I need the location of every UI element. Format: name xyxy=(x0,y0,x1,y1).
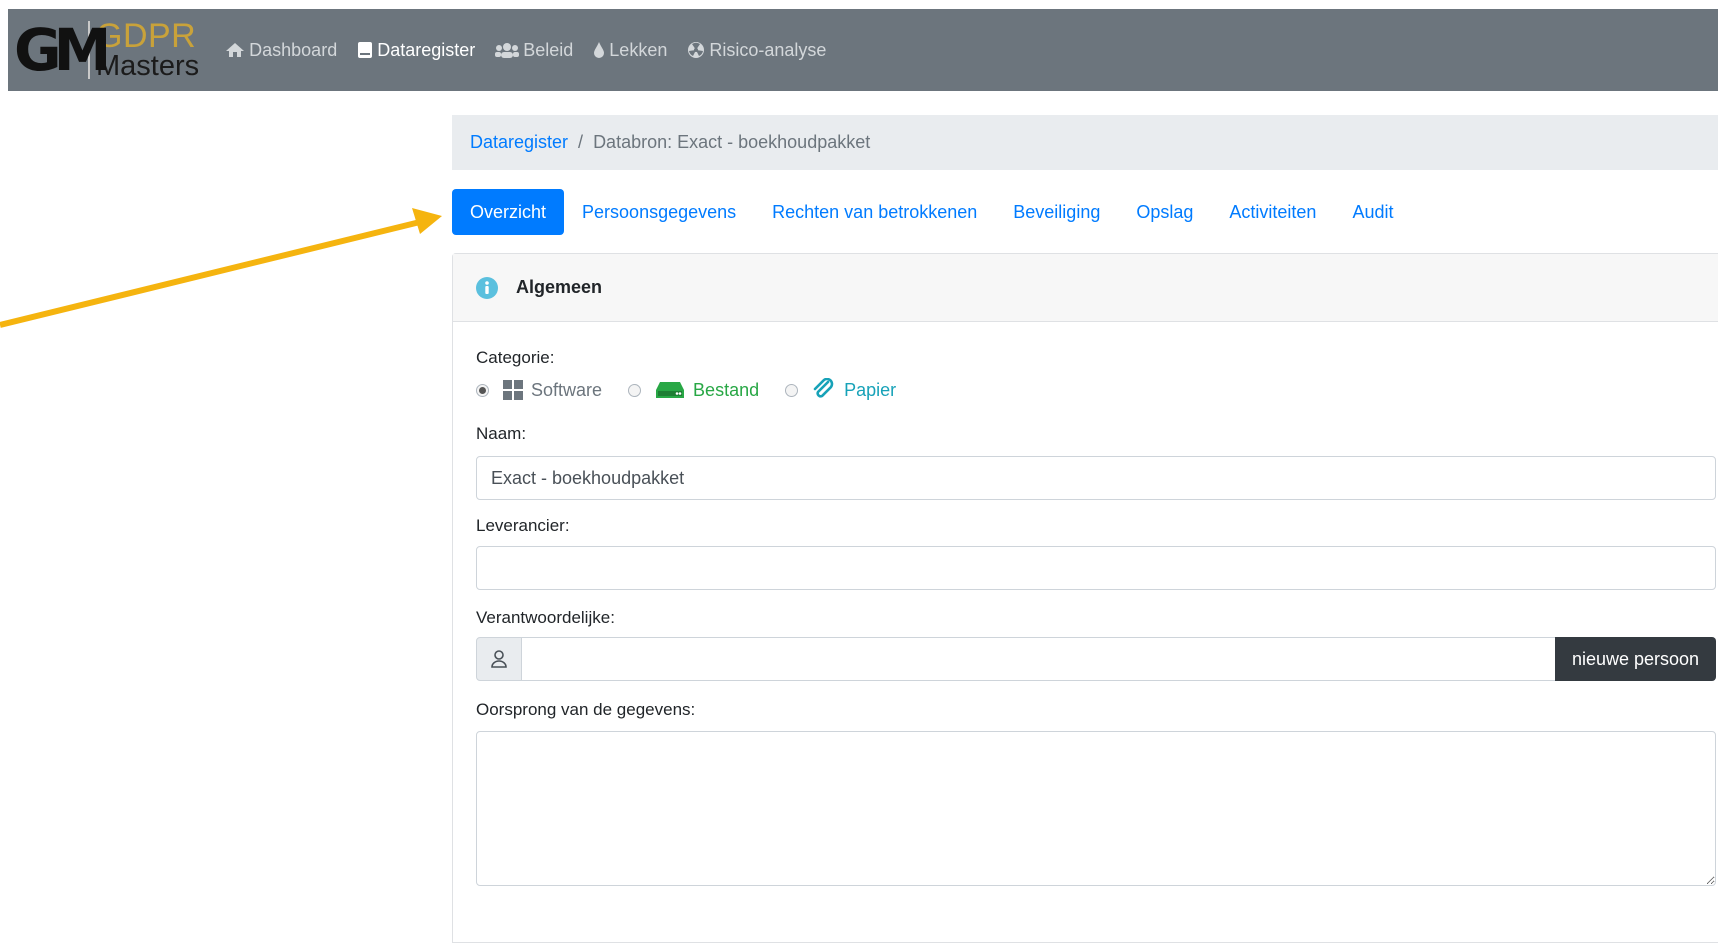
radio-option-software[interactable]: Software xyxy=(476,380,602,401)
breadcrumb-separator: / xyxy=(578,132,584,152)
tab-rechten-van-betrokkenen[interactable]: Rechten van betrokkenen xyxy=(754,189,995,235)
nav-beleid[interactable]: Beleid xyxy=(495,40,573,61)
nav-risico-analyse[interactable]: Risico-analyse xyxy=(687,40,826,61)
logo-text-top: GDPR xyxy=(96,17,197,55)
breadcrumb-current: Databron: Exact - boekhoudpakket xyxy=(593,132,871,152)
paperclip-icon xyxy=(813,378,834,398)
tab-persoonsgegevens[interactable]: Persoonsgegevens xyxy=(564,189,754,235)
breadcrumb-dataregister-link[interactable]: Dataregister xyxy=(470,132,568,153)
categorie-label: Categorie: xyxy=(476,348,555,367)
leverancier-input[interactable] xyxy=(476,546,1716,590)
tab-overzicht[interactable]: Overzicht xyxy=(452,189,565,235)
person-addon xyxy=(476,637,522,681)
oorsprong-label: Oorsprong van de gegevens: xyxy=(476,700,696,719)
home-icon xyxy=(226,43,245,57)
info-icon xyxy=(476,276,498,299)
radio-label-papier: Papier xyxy=(844,379,897,400)
annotation-arrow xyxy=(0,208,442,328)
oorsprong-textarea[interactable] xyxy=(476,731,1716,886)
nav-dashboard[interactable]: Dashboard xyxy=(225,40,337,61)
nav-lekken[interactable]: Lekken xyxy=(593,40,667,61)
logo-mark: GM xyxy=(14,16,111,84)
tab-beveiliging[interactable]: Beveiliging xyxy=(995,189,1118,235)
radio-label-software: Software xyxy=(531,379,603,400)
tab-opslag[interactable]: Opslag xyxy=(1118,189,1211,235)
windows-icon xyxy=(503,380,523,400)
tab-bar: Overzicht Persoonsgegevens Rechten van b… xyxy=(452,189,1411,235)
main-nav: Dashboard Dataregister Beleid Lekken Ris… xyxy=(225,9,846,91)
logo-text-bottom: Masters xyxy=(96,50,200,82)
verantwoordelijke-label: Verantwoordelijke: xyxy=(476,608,615,627)
radio-papier[interactable] xyxy=(785,383,799,397)
card-header: Algemeen xyxy=(453,254,1718,322)
radiation-icon xyxy=(688,42,705,58)
nav-dataregister[interactable]: Dataregister xyxy=(357,40,475,61)
user-icon xyxy=(491,650,507,668)
radio-label-bestand: Bestand xyxy=(693,379,760,400)
leverancier-label: Leverancier: xyxy=(476,516,570,535)
categorie-radio-group: Software Bestand Papier xyxy=(476,378,922,402)
nieuwe-persoon-button[interactable]: nieuwe persoon xyxy=(1555,637,1716,681)
tab-activiteiten[interactable]: Activiteiten xyxy=(1211,189,1334,235)
drop-icon xyxy=(594,42,605,58)
card-title: Algemeen xyxy=(516,277,603,297)
logo[interactable]: GM GDPR Masters xyxy=(8,9,199,91)
breadcrumb: Dataregister / Databron: Exact - boekhou… xyxy=(452,115,1718,170)
naam-label: Naam: xyxy=(476,424,527,443)
hdd-icon xyxy=(656,382,685,398)
naam-input[interactable] xyxy=(476,456,1716,500)
radio-software[interactable] xyxy=(476,383,489,397)
radio-option-papier[interactable]: Papier xyxy=(785,378,896,402)
algemeen-card: Algemeen Categorie: Software Bestand Pap… xyxy=(452,253,1718,943)
tab-audit[interactable]: Audit xyxy=(1334,189,1411,235)
verantwoordelijke-input[interactable] xyxy=(522,637,1555,681)
top-navbar: GM GDPR Masters Dashboard Dataregister B… xyxy=(8,9,1718,91)
verantwoordelijke-input-group: nieuwe persoon xyxy=(476,637,1716,681)
radio-bestand[interactable] xyxy=(628,383,642,397)
radio-option-bestand[interactable]: Bestand xyxy=(628,380,759,401)
users-icon xyxy=(495,43,520,58)
book-icon xyxy=(358,42,373,58)
